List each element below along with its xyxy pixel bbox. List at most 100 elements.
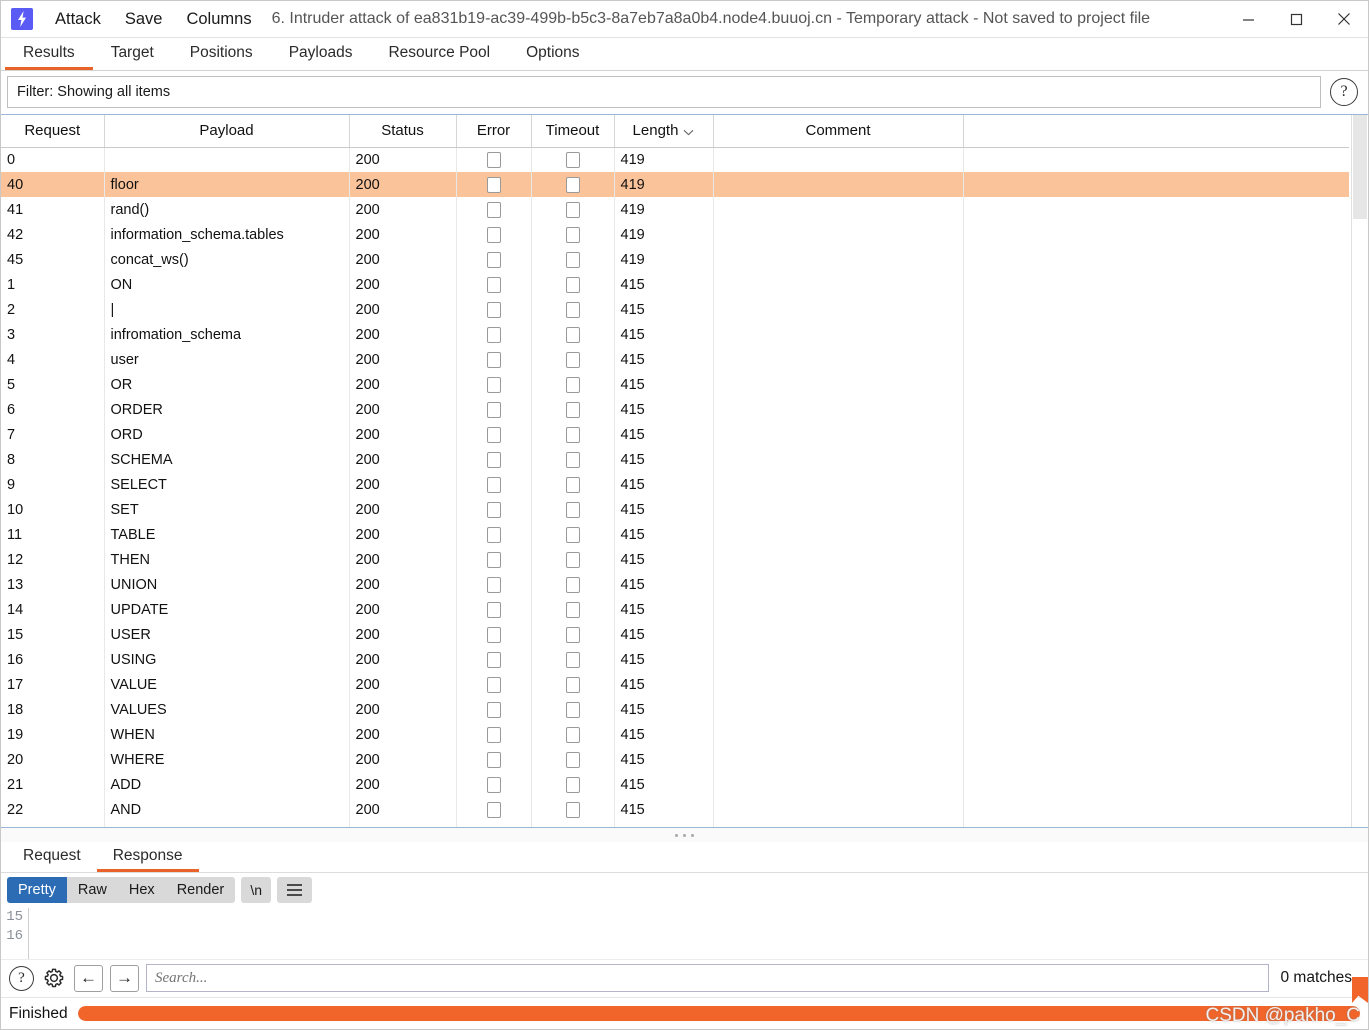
menu-columns[interactable]: Columns [174,1,263,37]
checkbox-icon[interactable] [486,276,501,293]
column-header-comment[interactable]: Comment [713,115,964,148]
cell-timeout[interactable] [531,497,615,522]
response-viewer[interactable]: 15 16 do not hack me! [1,907,1368,959]
cell-error[interactable] [456,272,532,297]
cell-timeout[interactable] [531,722,615,747]
cell-error[interactable] [456,647,532,672]
cell-timeout[interactable] [531,397,615,422]
cell-error[interactable] [456,597,532,622]
checkbox-icon[interactable] [486,526,501,543]
cell-timeout[interactable] [531,147,615,172]
cell-error[interactable] [456,622,532,647]
checkbox-icon[interactable] [565,201,580,218]
cell-timeout[interactable] [531,547,615,572]
tab-results[interactable]: Results [5,38,93,70]
cell-error[interactable] [456,722,532,747]
cell-timeout[interactable] [531,197,615,222]
table-row[interactable]: 11 TABLE 200 415 [1,522,1349,547]
table-row[interactable]: 19 WHEN 200 415 [1,722,1349,747]
cell-timeout[interactable] [531,172,615,197]
close-button[interactable] [1320,1,1368,38]
table-row[interactable]: 13 UNION 200 415 [1,572,1349,597]
search-input[interactable] [146,964,1270,992]
cell-timeout[interactable] [531,447,615,472]
checkbox-icon[interactable] [565,401,580,418]
column-header-length[interactable]: Length [614,115,714,148]
checkbox-icon[interactable] [486,326,501,343]
column-header-error[interactable]: Error [456,115,532,148]
checkbox-icon[interactable] [565,651,580,668]
cell-timeout[interactable] [531,697,615,722]
table-row[interactable]: 3 infromation_schema 200 415 [1,322,1349,347]
checkbox-icon[interactable] [565,526,580,543]
results-table-scroller[interactable]: Request Payload Status Error Timeout Len… [1,115,1351,827]
table-row[interactable]: 10 SET 200 415 [1,497,1349,522]
checkbox-icon[interactable] [565,426,580,443]
cell-error[interactable] [456,172,532,197]
checkbox-icon[interactable] [486,176,501,193]
cell-error[interactable] [456,397,532,422]
checkbox-icon[interactable] [565,301,580,318]
cell-error[interactable] [456,147,532,172]
menu-attack[interactable]: Attack [43,1,113,37]
checkbox-icon[interactable] [486,251,501,268]
view-mode-render[interactable]: Render [166,877,236,903]
table-row[interactable]: 18 VALUES 200 415 [1,697,1349,722]
checkbox-icon[interactable] [486,601,501,618]
table-row[interactable]: 15 USER 200 415 [1,622,1349,647]
cell-timeout[interactable] [531,297,615,322]
tab-positions[interactable]: Positions [172,38,271,70]
table-row[interactable]: 20 WHERE 200 415 [1,747,1349,772]
table-row[interactable]: 9 SELECT 200 415 [1,472,1349,497]
table-row[interactable] [1,822,1349,827]
view-mode-raw[interactable]: Raw [67,877,118,903]
scrollbar-thumb[interactable] [1353,115,1367,219]
checkbox-icon[interactable] [565,351,580,368]
tab-response[interactable]: Response [96,842,199,872]
checkbox-icon[interactable] [565,226,580,243]
checkbox-icon[interactable] [486,801,501,818]
hamburger-icon[interactable] [277,877,313,903]
filter-field[interactable]: Filter: Showing all items [7,76,1321,108]
help-icon[interactable]: ? [1330,78,1358,106]
cell-error[interactable] [456,472,532,497]
results-vertical-scrollbar[interactable] [1351,115,1368,827]
cell-timeout[interactable] [531,322,615,347]
cell-error[interactable] [456,497,532,522]
table-row[interactable]: 21 ADD 200 415 [1,772,1349,797]
table-row[interactable]: 45 concat_ws() 200 419 [1,247,1349,272]
cell-timeout[interactable] [531,272,615,297]
checkbox-icon[interactable] [486,551,501,568]
cell-timeout[interactable] [531,797,615,822]
cell-timeout[interactable] [531,372,615,397]
checkbox-icon[interactable] [565,676,580,693]
cell-error[interactable] [456,322,532,347]
table-row[interactable]: 41 rand() 200 419 [1,197,1349,222]
search-help-icon[interactable]: ? [9,965,34,991]
checkbox-icon[interactable] [565,451,580,468]
tab-payloads[interactable]: Payloads [271,38,371,70]
checkbox-icon[interactable] [565,776,580,793]
cell-error[interactable] [456,747,532,772]
cell-error[interactable] [456,372,532,397]
checkbox-icon[interactable] [486,451,501,468]
cell-error[interactable] [456,797,532,822]
checkbox-icon[interactable] [486,476,501,493]
checkbox-icon[interactable] [486,726,501,743]
cell-error[interactable] [456,572,532,597]
minimize-button[interactable] [1224,1,1272,38]
checkbox-icon[interactable] [486,376,501,393]
checkbox-icon[interactable] [486,401,501,418]
cell-error[interactable] [456,197,532,222]
table-row[interactable]: 17 VALUE 200 415 [1,672,1349,697]
column-header-status[interactable]: Status [349,115,457,148]
cell-error[interactable] [456,547,532,572]
cell-timeout[interactable] [531,672,615,697]
cell-error[interactable] [456,672,532,697]
cell-error[interactable] [456,222,532,247]
table-row[interactable]: 5 OR 200 415 [1,372,1349,397]
cell-error[interactable] [456,297,532,322]
checkbox-icon[interactable] [565,276,580,293]
cell-timeout[interactable] [531,772,615,797]
menu-save[interactable]: Save [113,1,175,37]
